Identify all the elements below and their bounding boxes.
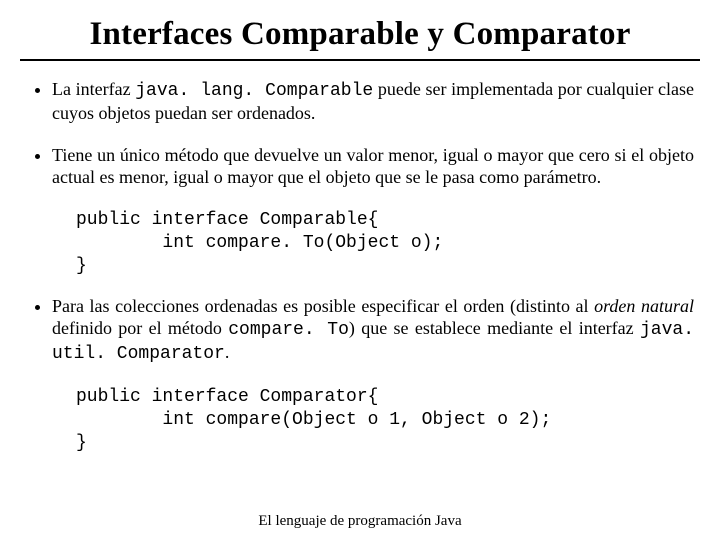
- bullet-2: Tiene un único método que devuelve un va…: [52, 145, 694, 189]
- bullet-3-em: orden natural: [594, 296, 694, 316]
- bullet-list: La interfaz java. lang. Comparable puede…: [26, 79, 694, 189]
- slide-title: Interfaces Comparable y Comparator: [20, 16, 700, 53]
- bullet-1-pre: La interfaz: [52, 79, 135, 99]
- bullet-list-2: Para las colecciones ordenadas es posibl…: [26, 296, 694, 366]
- bullet-1-code: java. lang. Comparable: [135, 81, 373, 101]
- slide: Interfaces Comparable y Comparator La in…: [0, 0, 720, 540]
- bullet-3-code1: compare. To: [228, 320, 349, 340]
- bullet-3-pre: Para las colecciones ordenadas es posibl…: [52, 296, 594, 316]
- code-block-1: public interface Comparable{ int compare…: [76, 209, 700, 278]
- footer-text: El lenguaje de programación Java: [0, 513, 720, 530]
- bullet-3-mid: definido por el método: [52, 318, 228, 338]
- title-rule: [20, 59, 700, 61]
- bullet-1: La interfaz java. lang. Comparable puede…: [52, 79, 694, 125]
- bullet-3: Para las colecciones ordenadas es posibl…: [52, 296, 694, 366]
- bullet-3-mid2: ) que se establece mediante el interfaz: [349, 318, 640, 338]
- code-block-2: public interface Comparator{ int compare…: [76, 386, 700, 455]
- bullet-3-post: .: [225, 342, 230, 362]
